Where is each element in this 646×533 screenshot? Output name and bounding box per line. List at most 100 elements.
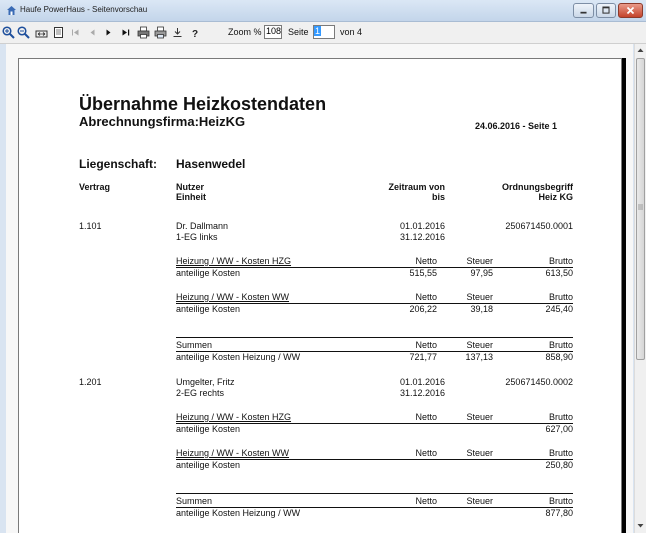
steuer-header: Steuer: [466, 496, 493, 506]
next-page-icon[interactable]: [102, 26, 115, 39]
brutto-header: Brutto: [548, 256, 573, 266]
scroll-up-icon[interactable]: [637, 47, 644, 54]
brutto-header: Brutto: [548, 292, 573, 302]
contract-user: Dr. Dallmann: [176, 221, 229, 231]
steuer-header: Steuer: [466, 448, 493, 458]
property-value: Hasenwedel: [176, 157, 246, 171]
sum-top-divider: [176, 337, 573, 338]
steuer-value: 97,95: [470, 268, 493, 278]
netto-value: 206,22: [409, 304, 437, 314]
page-label: Seite: [288, 27, 309, 37]
header-vertrag: Vertrag: [79, 182, 111, 192]
export-icon[interactable]: [171, 26, 184, 39]
cost-block-title: Heizung / WW - Kosten HZG: [176, 412, 292, 422]
steuer-header: Steuer: [466, 256, 493, 266]
brutto-value: 245,40: [545, 304, 573, 314]
sum-netto-value: 721,77: [409, 352, 437, 362]
sum-row-label: anteilige Kosten Heizung / WW: [176, 508, 301, 518]
report-title: Übernahme Heizkostendaten: [79, 94, 327, 114]
preview-viewport: Übernahme Heizkostendaten Abrechnungsfir…: [6, 44, 633, 533]
cost-block-title: Heizung / WW - Kosten WW: [176, 292, 290, 302]
header-zeitraum-bis: bis: [431, 192, 445, 202]
zoom-in-icon[interactable]: [2, 26, 15, 39]
report-page: Übernahme Heizkostendaten Abrechnungsfir…: [18, 58, 622, 533]
grip-icon: [638, 204, 643, 210]
report-date-page: 24.06.2016 - Seite 1: [475, 121, 558, 131]
netto-header: Netto: [415, 448, 437, 458]
cost-row-label: anteilige Kosten: [176, 424, 241, 434]
brutto-value: 613,50: [545, 268, 573, 278]
zoom-label: Zoom %: [228, 27, 262, 37]
sum-row-label: anteilige Kosten Heizung / WW: [176, 352, 301, 362]
cost-block-title: Heizung / WW - Kosten WW: [176, 448, 290, 458]
close-icon: [626, 6, 635, 15]
header-ordnungsbegriff: Ordnungsbegriff: [502, 182, 573, 192]
brutto-header: Brutto: [548, 448, 573, 458]
steuer-header: Steuer: [466, 412, 493, 422]
header-heizkg: Heiz KG: [538, 192, 573, 202]
sum-steuer-value: 137,13: [465, 352, 493, 362]
contract-from: 01.01.2016: [399, 221, 445, 231]
zoom-input[interactable]: 108.!: [264, 25, 282, 39]
contract-ordnung: 250671450.0001: [505, 221, 573, 231]
sum-brutto-value: 877,80: [545, 508, 573, 518]
cost-row-label: anteilige Kosten: [176, 268, 241, 278]
maximize-button[interactable]: [596, 3, 616, 18]
netto-header: Netto: [415, 340, 437, 350]
header-zeitraum-von: Zeitraum von: [388, 182, 445, 192]
header-nutzer: Nutzer: [176, 182, 205, 192]
contract-from: 01.01.2016: [399, 377, 445, 387]
cost-block-title: Heizung / WW - Kosten HZG: [176, 256, 292, 266]
netto-value: 515,55: [409, 268, 437, 278]
steuer-value: 39,18: [470, 304, 493, 314]
contract-user: Umgelter, Fritz: [176, 377, 235, 387]
last-page-icon[interactable]: [119, 26, 132, 39]
cost-row-label: anteilige Kosten: [176, 304, 241, 314]
netto-header: Netto: [415, 256, 437, 266]
contract-id: 1.101: [79, 221, 102, 231]
svg-text:?: ?: [192, 29, 198, 39]
page-width-icon[interactable]: [35, 26, 48, 39]
window-title: Haufe PowerHaus - Seitenvorschau: [20, 5, 148, 14]
page-count-label: von 4: [340, 27, 363, 37]
brutto-header: Brutto: [548, 340, 573, 350]
title-bar: Haufe PowerHaus - Seitenvorschau: [0, 0, 646, 22]
sum-brutto-value: 858,90: [545, 352, 573, 362]
page-number-value: 1: [314, 26, 322, 36]
contract-id: 1.201: [79, 377, 102, 387]
print-setup-icon[interactable]: [154, 26, 167, 39]
minimize-button[interactable]: [573, 3, 594, 18]
steuer-header: Steuer: [466, 340, 493, 350]
full-page-icon[interactable]: [52, 26, 65, 39]
sum-title: Summen: [176, 496, 213, 506]
vertical-scrollbar[interactable]: [634, 44, 646, 533]
sum-top-divider: [176, 493, 573, 494]
cost-row-label: anteilige Kosten: [176, 460, 241, 470]
sum-title: Summen: [176, 340, 213, 350]
print-icon[interactable]: [137, 26, 150, 39]
brutto-header: Brutto: [548, 412, 573, 422]
close-button[interactable]: [618, 3, 643, 18]
contract-to: 31.12.2016: [399, 388, 445, 398]
steuer-header: Steuer: [466, 292, 493, 302]
brutto-value: 250,80: [545, 460, 573, 470]
contract-unit: 2-EG rechts: [176, 388, 225, 398]
page-number-input[interactable]: 1: [313, 25, 335, 39]
previous-page-icon[interactable]: [86, 26, 99, 39]
toolbar: ? Zoom % 108.! Seite 1 von 4: [0, 22, 646, 44]
app-icon: [7, 6, 16, 15]
netto-header: Netto: [415, 496, 437, 506]
first-page-icon[interactable]: [69, 26, 82, 39]
netto-header: Netto: [415, 292, 437, 302]
help-icon[interactable]: ?: [188, 26, 201, 39]
brutto-value: 627,00: [545, 424, 573, 434]
header-einheit: Einheit: [176, 192, 207, 202]
property-label: Liegenschaft:: [79, 157, 158, 171]
zoom-out-icon[interactable]: [17, 26, 30, 39]
netto-header: Netto: [415, 412, 437, 422]
scroll-down-icon[interactable]: [637, 522, 644, 529]
scrollbar-thumb[interactable]: [636, 58, 645, 360]
contract-unit: 1-EG links: [176, 232, 218, 242]
contract-to: 31.12.2016: [399, 232, 445, 242]
maximize-icon: [602, 6, 610, 14]
